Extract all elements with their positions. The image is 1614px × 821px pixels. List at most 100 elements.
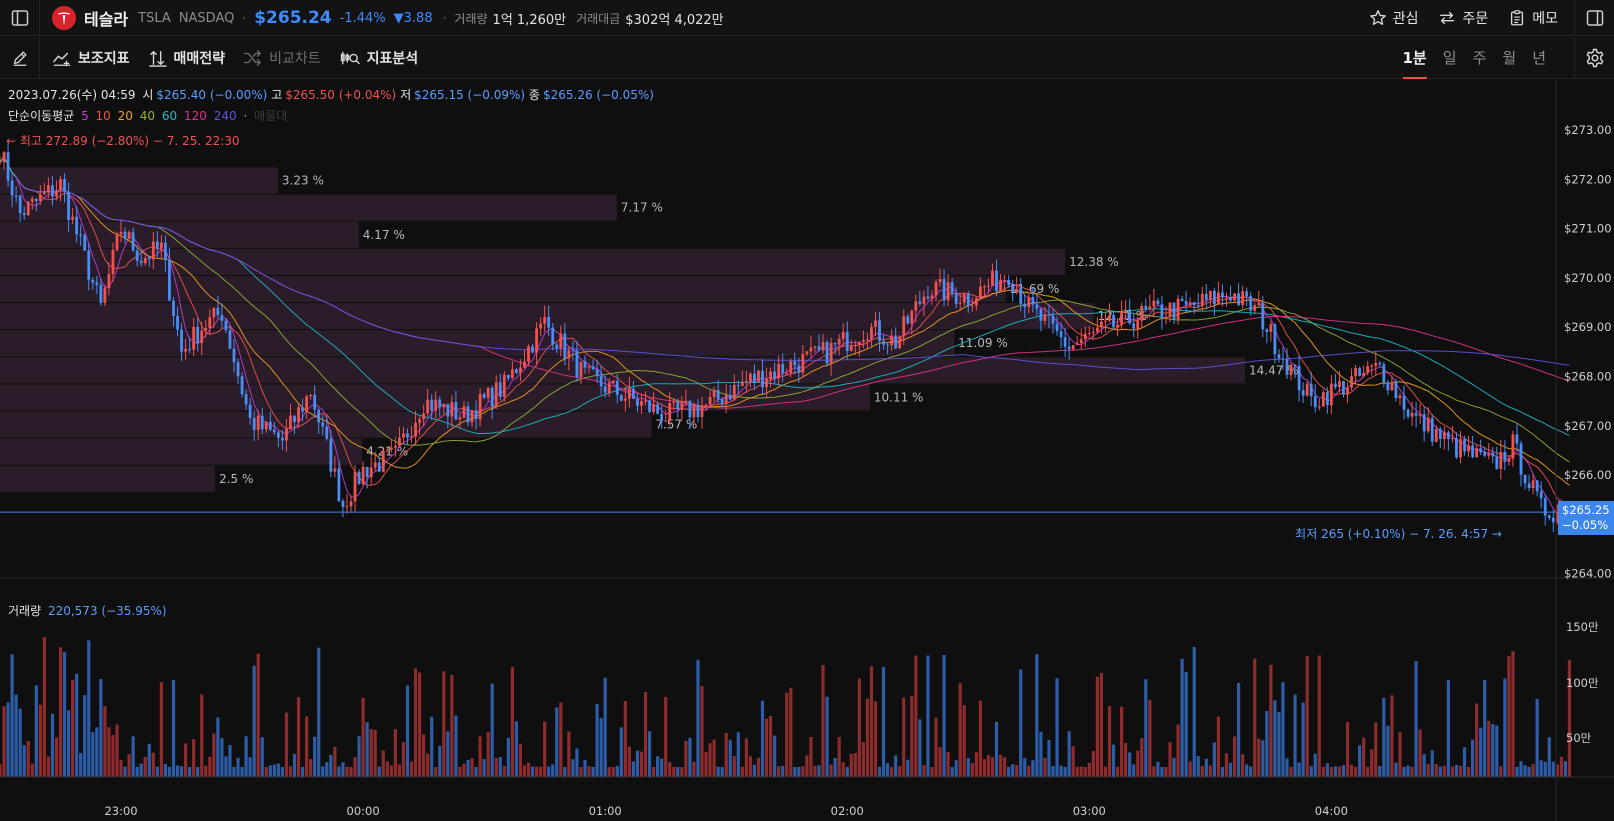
candle-body — [385, 449, 389, 451]
candle-body — [474, 410, 478, 420]
volume-bar — [91, 732, 95, 777]
indicator-analysis-button[interactable]: 지표분석 — [339, 48, 418, 68]
period-year-tab[interactable]: 년 — [1532, 37, 1546, 79]
candle-body — [450, 402, 454, 417]
volume-bar — [401, 742, 406, 777]
volume-bar — [1462, 747, 1467, 777]
candle-body — [801, 353, 805, 373]
stock-name[interactable]: 테슬라 — [84, 6, 128, 30]
volume-bar — [1390, 695, 1394, 777]
candle-body — [236, 362, 240, 377]
chart-canvas[interactable]: 3.23 %7.17 %4.17 %12.38 %11.69 %12.71 %1… — [0, 80, 1614, 821]
period-month-tab[interactable]: 월 — [1502, 37, 1516, 79]
period-week-tab[interactable]: 주 — [1473, 37, 1487, 79]
candle-body — [349, 501, 353, 507]
candle-body — [527, 346, 530, 362]
volume-bar — [1011, 764, 1015, 777]
candle-body — [898, 336, 902, 349]
memo-button[interactable]: 메모 — [1508, 8, 1558, 28]
volume-bar — [534, 766, 539, 777]
time-axis-tick-1: 00:00 — [347, 804, 380, 818]
price-chart[interactable]: 3.23 %7.17 %4.17 %12.38 %11.69 %12.71 %1… — [0, 80, 1614, 821]
candle-body — [1531, 480, 1535, 489]
volume-bar — [1148, 699, 1152, 777]
candle-body — [1297, 365, 1301, 391]
volume-bar — [1470, 739, 1475, 777]
volume-profile-toggle[interactable]: 매물대 — [254, 109, 287, 123]
left-panel-toggle-button[interactable] — [0, 0, 40, 36]
volume-bar — [1124, 742, 1128, 777]
candle-body — [1523, 474, 1527, 484]
volume-bar — [1228, 762, 1233, 777]
candle-body — [1487, 453, 1491, 456]
candle-body — [172, 300, 175, 317]
volume-bar — [1345, 721, 1350, 777]
volume-bar — [575, 748, 579, 777]
candle-body — [260, 415, 264, 430]
volume-bar — [288, 766, 293, 777]
candle-body — [1551, 517, 1555, 523]
period-1min-tab[interactable]: 1분 — [1402, 37, 1428, 79]
candle-body — [224, 320, 228, 331]
drawing-tool-button[interactable] — [0, 37, 40, 79]
volume-bar — [1450, 766, 1455, 777]
volume-bar — [732, 756, 736, 777]
moving-average-legend[interactable]: 단순이동평균 5 10 20 40 60 120 240 · 매물대 — [8, 107, 290, 124]
swap-arrows-icon — [1440, 11, 1455, 25]
volume-bar — [454, 715, 458, 777]
candle-body — [1273, 324, 1277, 355]
candle-body — [559, 333, 563, 349]
ma-label: 단순이동평균 — [8, 109, 75, 123]
volume-bar — [615, 766, 619, 777]
compare-chart-button[interactable]: 비교차트 — [243, 48, 321, 68]
candle-body — [422, 413, 426, 420]
volume-bar — [898, 766, 902, 777]
chart-settings-button[interactable] — [1574, 37, 1614, 79]
candle-body — [333, 468, 337, 472]
volume-bar — [1374, 722, 1378, 777]
volume-bar — [135, 766, 139, 777]
candle-body — [757, 370, 760, 382]
volume-bar — [321, 766, 325, 777]
volume-bar — [1047, 740, 1051, 777]
candle-body — [1378, 362, 1382, 365]
candle-body — [1394, 382, 1398, 399]
volume-bar — [369, 728, 373, 777]
volume-bar — [1144, 679, 1148, 777]
candle-body — [1293, 364, 1297, 366]
candle-body — [587, 366, 591, 368]
volume-bar — [801, 766, 805, 777]
volume-bar — [954, 760, 958, 777]
volume-bar — [877, 766, 882, 777]
watchlist-button[interactable]: 관심 — [1369, 8, 1418, 28]
indicator-line-icon — [53, 52, 71, 67]
volume-bar — [647, 731, 652, 777]
volume-bar — [103, 706, 107, 777]
candle-body — [1079, 339, 1083, 344]
volume-bar — [58, 647, 63, 777]
candle-body — [1491, 453, 1495, 457]
volume-bar — [1241, 754, 1245, 777]
indicator-button[interactable]: 보조지표 — [52, 48, 130, 68]
order-button[interactable]: 주문 — [1438, 8, 1488, 28]
candle-body — [1265, 329, 1269, 332]
candle-body — [591, 366, 595, 370]
volume-bar — [1398, 732, 1402, 777]
volume-bar — [1039, 731, 1043, 777]
volume-bar — [1491, 724, 1495, 777]
volume-bar — [1499, 766, 1503, 777]
candle-body — [632, 388, 635, 399]
candle-body — [87, 250, 91, 280]
candle-body — [1261, 303, 1265, 330]
volume-bar — [1071, 746, 1075, 777]
candle-body — [974, 298, 978, 306]
right-panel-toggle-button[interactable] — [1574, 0, 1614, 36]
volume-bar — [760, 700, 765, 777]
volume-bar — [1063, 766, 1067, 777]
candle-body — [442, 403, 446, 408]
volume-bar — [611, 766, 615, 777]
volume-bar — [845, 767, 849, 777]
candle-body — [1241, 291, 1245, 305]
period-day-tab[interactable]: 일 — [1443, 37, 1457, 79]
strategy-button[interactable]: 매매전략 — [148, 48, 225, 68]
